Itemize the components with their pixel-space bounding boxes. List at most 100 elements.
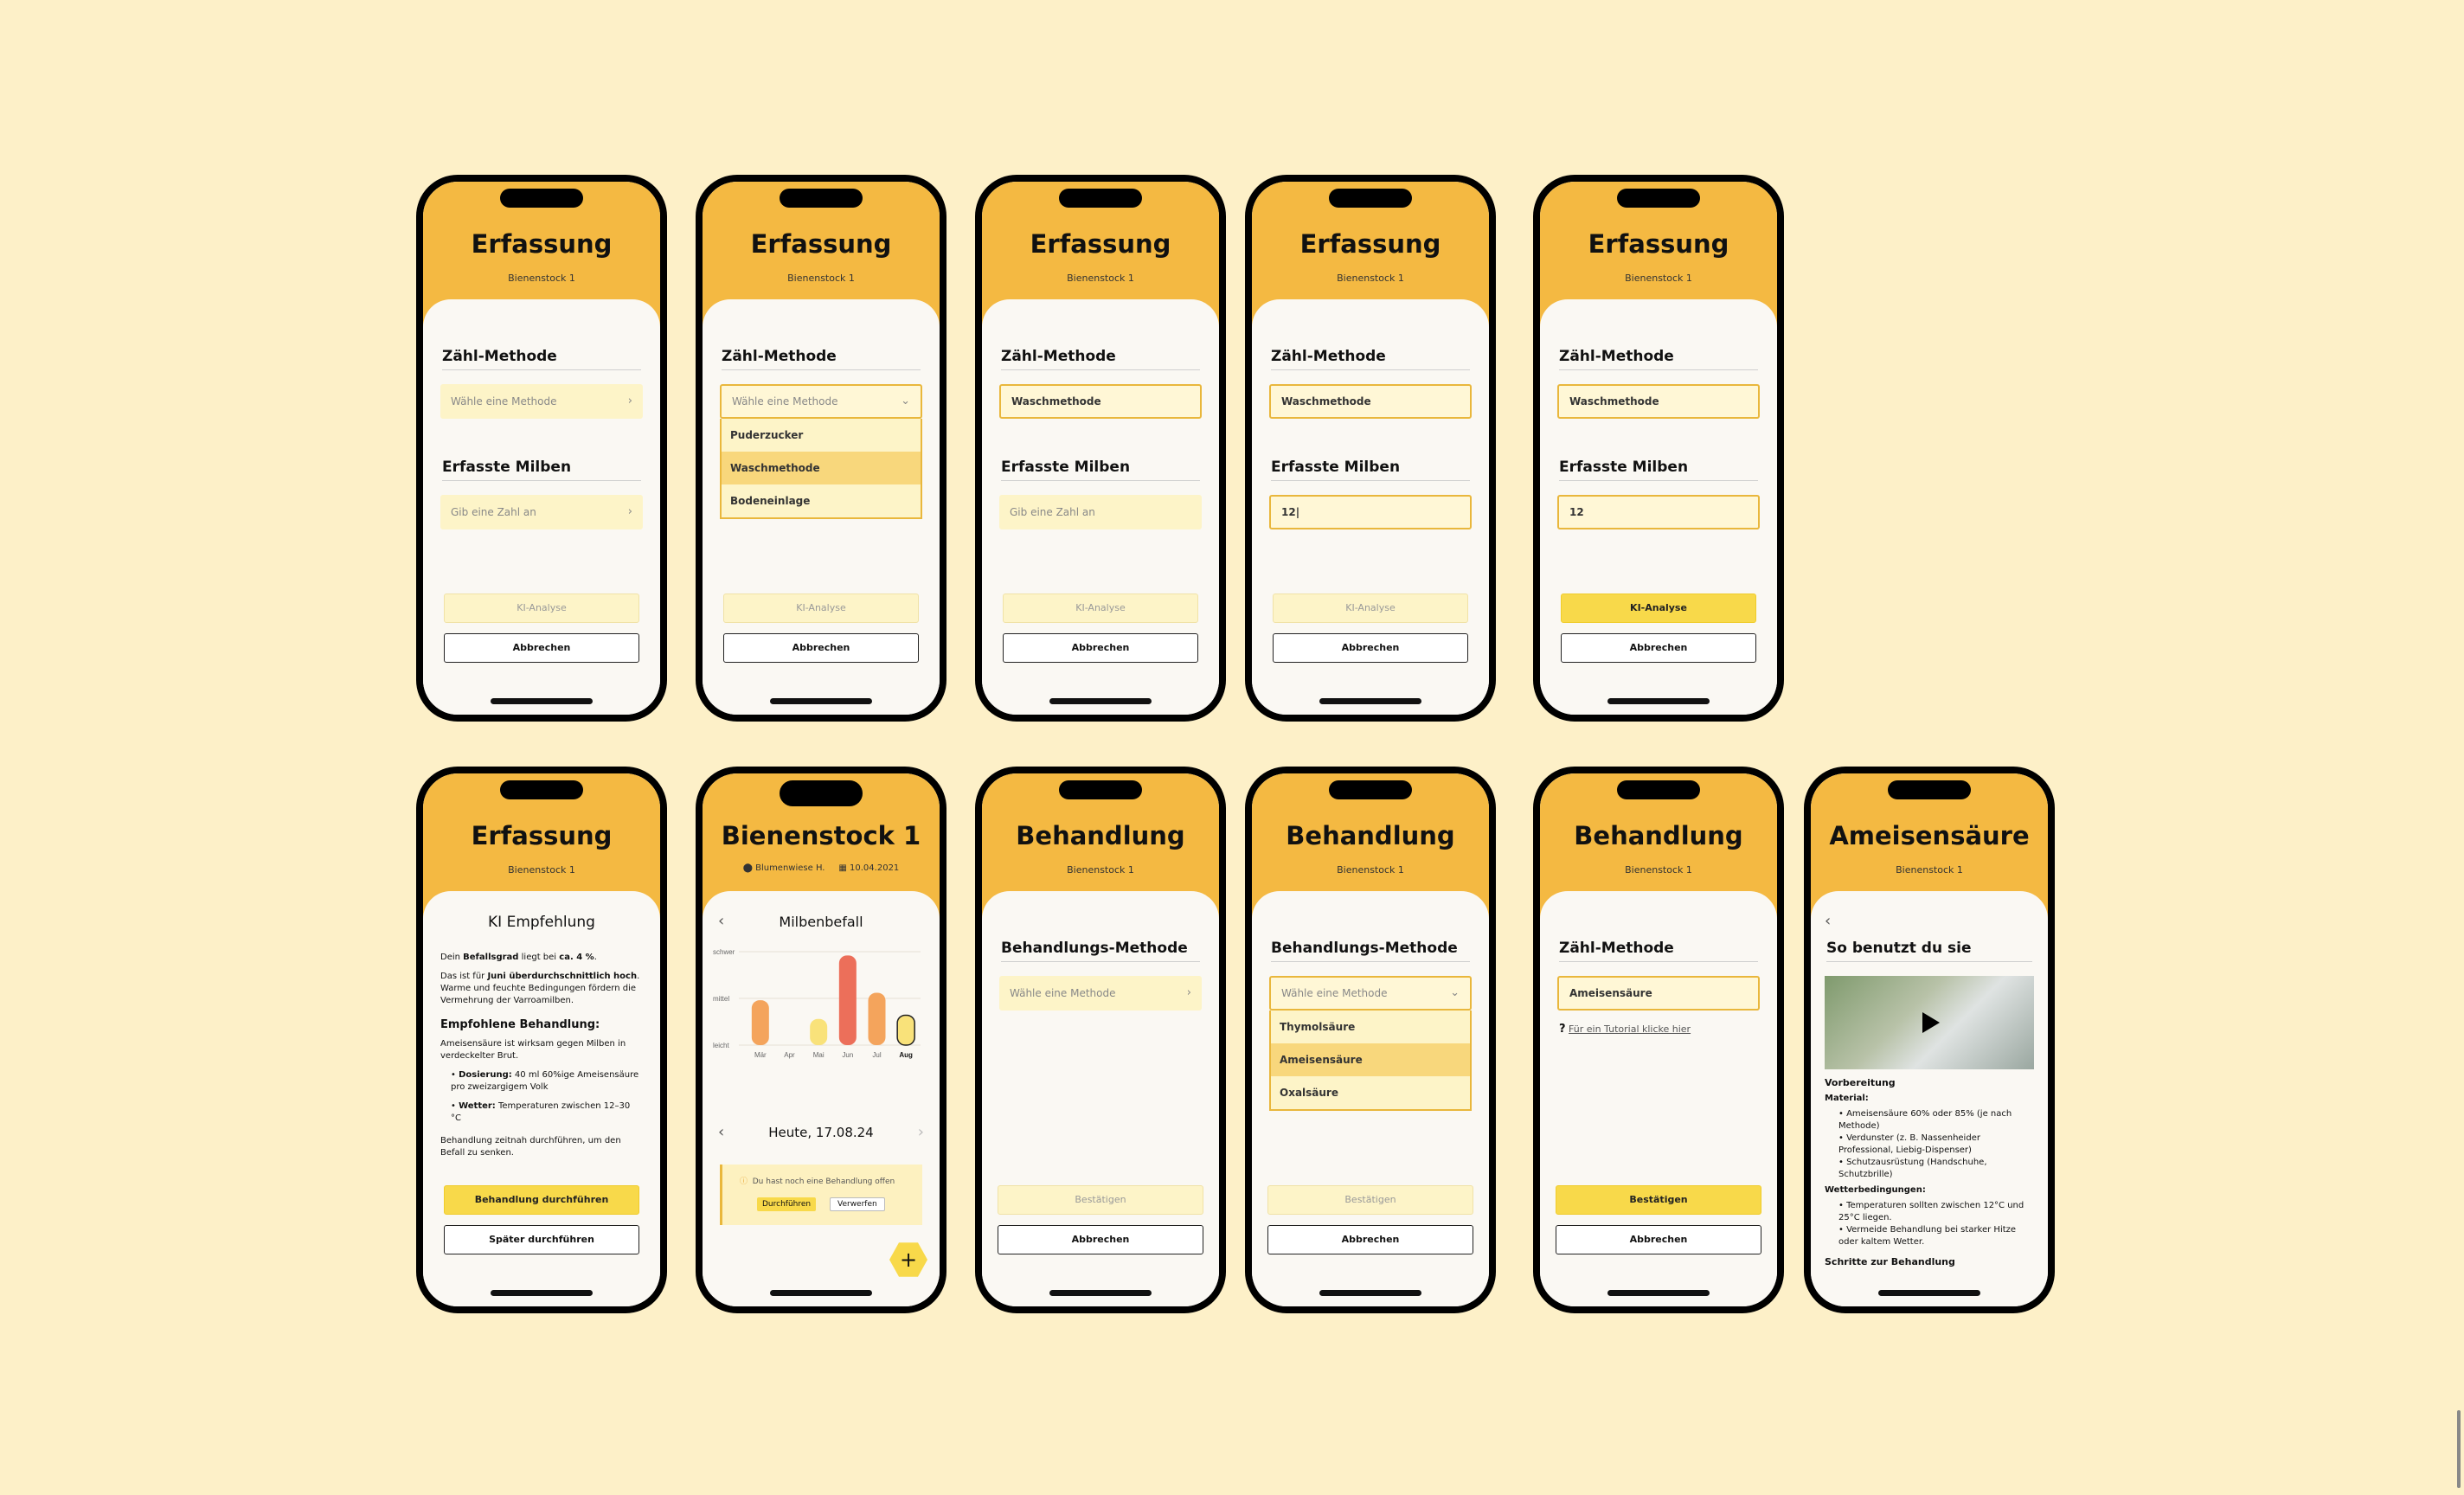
chart-bar[interactable]: [838, 955, 857, 1045]
section-count-method: Zähl-Methode: [1001, 348, 1200, 370]
section-treatment-method: Behandlungs-Methode: [1271, 940, 1470, 962]
rec-weather: • Wetter: Temperaturen zwischen 12–30 °C: [451, 1101, 631, 1124]
ai-analysis-button[interactable]: KI-Analyse: [1003, 594, 1198, 623]
section-count-method: Zähl-Methode: [1559, 940, 1758, 962]
chart-bar[interactable]: [868, 992, 886, 1045]
rec-title: Empfohlene Behandlung:: [440, 1018, 600, 1031]
notice-row: ⓘ Du hast noch eine Behandlung offen: [740, 1175, 895, 1186]
back-chevron-icon[interactable]: ‹: [1825, 912, 1831, 930]
discard-button[interactable]: Verwerfen: [830, 1197, 885, 1211]
cancel-button[interactable]: Abbrechen: [1273, 633, 1468, 663]
section-count-method: Zähl-Methode: [1559, 348, 1758, 370]
option-thymolsaeure[interactable]: Thymolsäure: [1271, 1011, 1470, 1043]
section-mites: Erfasste Milben: [1001, 459, 1200, 481]
tutorial-link[interactable]: Für ein Tutorial klicke hier: [1569, 1023, 1691, 1035]
section-count-method: Zähl-Methode: [442, 348, 641, 370]
section-mites: Erfasste Milben: [1271, 459, 1470, 481]
mite-count-input[interactable]: 12|: [1269, 495, 1472, 529]
later-button[interactable]: Später durchführen: [444, 1225, 639, 1254]
chevron-down-icon: ⌄: [901, 395, 910, 407]
play-icon[interactable]: [1922, 1012, 1940, 1033]
add-fab-button[interactable]: +: [889, 1242, 927, 1277]
cancel-button[interactable]: Abbrechen: [723, 633, 919, 663]
tutorial-video[interactable]: [1825, 976, 2034, 1069]
open-treatment-card: ⓘ Du hast noch eine Behandlung offen Dur…: [720, 1165, 922, 1225]
material-title: Material:: [1825, 1094, 1869, 1104]
option-waschmethode[interactable]: Waschmethode: [722, 452, 921, 484]
x-tick-label: Apr: [784, 1051, 795, 1059]
material-item: • Schutzausrüstung (Handschuhe, Schutzbr…: [1838, 1158, 1987, 1180]
count-method-select[interactable]: Wähle eine Methode ›: [440, 384, 643, 419]
phone-erfassung-empty: Erfassung Bienenstock 1 Zähl-Methode Wäh…: [416, 175, 667, 722]
y-tick-label: mittel: [713, 995, 729, 1003]
option-ameisensaeure[interactable]: Ameisensäure: [1271, 1043, 1470, 1076]
chevron-right-icon: ›: [1186, 986, 1191, 999]
confirm-button[interactable]: Bestätigen: [998, 1185, 1203, 1215]
cancel-button[interactable]: Abbrechen: [1561, 633, 1756, 663]
chevron-right-icon: ›: [627, 395, 632, 407]
count-method-select[interactable]: Wähle eine Methode ⌄: [720, 384, 922, 419]
cancel-button[interactable]: Abbrechen: [998, 1225, 1203, 1254]
chart-title: Milbenbefall: [779, 914, 863, 930]
weather-item: • Temperaturen sollten zwischen 12°C und…: [1838, 1201, 2024, 1223]
mite-count-input[interactable]: Gib eine Zahl an ›: [440, 495, 643, 529]
next-day-icon[interactable]: ›: [918, 1123, 924, 1141]
ai-analysis-button[interactable]: KI-Analyse: [1273, 594, 1468, 623]
count-method-select[interactable]: Waschmethode: [1557, 384, 1760, 419]
x-tick-label: Mär: [754, 1051, 767, 1059]
chart-bar[interactable]: [810, 1018, 828, 1045]
phone-erfassung-dropdown: Erfassung Bienenstock 1 Zähl-Methode Wäh…: [696, 175, 946, 722]
count-method-options: Puderzucker Waschmethode Bodeneinlage: [720, 419, 922, 519]
cancel-button[interactable]: Abbrechen: [444, 633, 639, 663]
treatment-method-select[interactable]: Ameisensäure: [1557, 976, 1760, 1011]
count-method-select[interactable]: Waschmethode: [1269, 384, 1472, 419]
treatment-method-select[interactable]: Wähle eine Methode ⌄: [1269, 976, 1472, 1011]
chevron-down-icon: ⌄: [1450, 986, 1460, 999]
phone-hive-overview: Bienenstock 1 ⬤ Blumenwiese H. ▦ 10.04.2…: [696, 767, 946, 1313]
cancel-button[interactable]: Abbrechen: [1556, 1225, 1761, 1254]
scrollbar[interactable]: [2457, 1410, 2461, 1488]
chart-bar[interactable]: [896, 1014, 915, 1046]
do-now-button[interactable]: Durchführen: [757, 1197, 817, 1211]
ai-analysis-button[interactable]: KI-Analyse: [723, 594, 919, 623]
count-method-select[interactable]: Waschmethode: [999, 384, 1202, 419]
ki-level-text: Dein Befallsgrad liegt bei ca. 4 %.: [440, 953, 597, 962]
section-mites: Erfasste Milben: [1559, 459, 1758, 481]
ai-analysis-button[interactable]: KI-Analyse: [444, 594, 639, 623]
confirm-button[interactable]: Bestätigen: [1556, 1185, 1761, 1215]
option-bodeneinlage[interactable]: Bodeneinlage: [722, 484, 921, 517]
phone-behandlung-empty: Behandlung Bienenstock 1 Behandlungs-Met…: [975, 767, 1226, 1313]
section-mites: Erfasste Milben: [442, 459, 641, 481]
prep-title: Vorbereitung: [1825, 1077, 1896, 1088]
material-item: • Ameisensäure 60% oder 85% (je nach Met…: [1838, 1109, 2012, 1132]
option-puderzucker[interactable]: Puderzucker: [722, 419, 921, 452]
chart-bar[interactable]: [751, 1000, 769, 1045]
treatment-method-select[interactable]: Wähle eine Methode ›: [999, 976, 1202, 1011]
question-icon: ?: [1559, 1023, 1566, 1036]
cancel-button[interactable]: Abbrechen: [1267, 1225, 1473, 1254]
cancel-button[interactable]: Abbrechen: [1003, 633, 1198, 663]
ai-analysis-button[interactable]: KI-Analyse: [1561, 594, 1756, 623]
ki-heading: KI Empfehlung: [488, 914, 595, 931]
x-tick-label: Aug: [899, 1051, 913, 1059]
today-label: Heute, 17.08.24: [768, 1125, 874, 1140]
mite-count-input[interactable]: 12: [1557, 495, 1760, 529]
do-treatment-button[interactable]: Behandlung durchführen: [444, 1185, 639, 1215]
x-tick-label: Jun: [842, 1051, 853, 1059]
confirm-button[interactable]: Bestätigen: [1267, 1185, 1473, 1215]
mite-count-input[interactable]: Gib eine Zahl an: [999, 495, 1202, 529]
info-icon: ⓘ: [740, 1177, 748, 1186]
chevron-right-icon: ›: [627, 505, 632, 518]
ki-closing: Behandlung zeitnah durchführen, um den B…: [440, 1136, 621, 1158]
tutorial-row: ? Für ein Tutorial klicke hier: [1559, 1023, 1691, 1036]
option-oxalsaeure[interactable]: Oxalsäure: [1271, 1076, 1470, 1109]
x-tick-label: Jul: [872, 1051, 881, 1059]
rec-text: Ameisensäure ist wirksam gegen Milben in…: [440, 1039, 626, 1062]
phone-erfassung-ready: Erfassung Bienenstock 1 Zähl-Methode Was…: [1533, 175, 1784, 722]
phone-ki-recommendation: Erfassung Bienenstock 1 KI Empfehlung De…: [416, 767, 667, 1313]
phone-erfassung-typing: Erfassung Bienenstock 1 Zähl-Methode Was…: [1245, 175, 1496, 722]
weather-item: • Vermeide Behandlung bei starker Hitze …: [1838, 1225, 2017, 1248]
phone-acid-tutorial: Ameisensäure Bienenstock 1 ‹ So benutzt …: [1804, 767, 2055, 1313]
mite-chart: leicht mittel schwer Mär Apr Mai Jun Jul Aug: [713, 948, 921, 1059]
section-count-method: Zähl-Methode: [1271, 348, 1470, 370]
